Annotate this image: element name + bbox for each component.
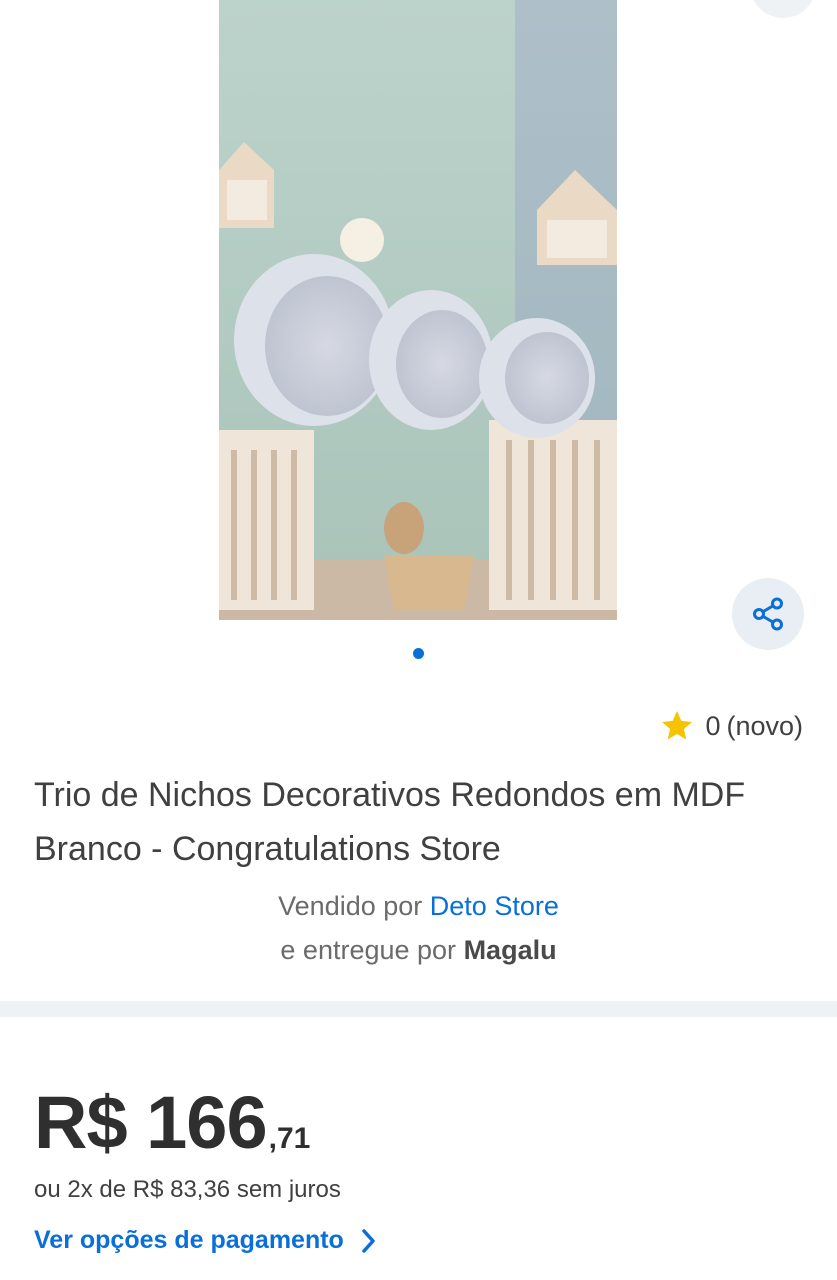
favorite-button-partial[interactable]: [750, 0, 816, 18]
seller-link[interactable]: Deto Store: [430, 891, 559, 921]
rating[interactable]: 0 (novo): [659, 708, 803, 744]
rating-label: (novo): [726, 710, 803, 741]
sold-by-prefix: Vendido por: [278, 891, 423, 921]
share-button[interactable]: [732, 578, 804, 650]
price-main: R$ 166: [34, 1081, 268, 1164]
rating-value: 0: [705, 710, 721, 741]
carousel-dot-active[interactable]: [413, 648, 424, 659]
payment-options-link[interactable]: Ver opções de pagamento: [34, 1226, 378, 1255]
chevron-right-icon: [362, 1228, 375, 1253]
product-image[interactable]: [219, 0, 617, 620]
delivered-by-name: Magalu: [463, 935, 557, 965]
star-icon: [662, 711, 693, 740]
delivered-by-prefix: e entregue por: [280, 935, 457, 965]
price-cents: ,71: [268, 1122, 311, 1155]
section-divider: [0, 1001, 837, 1017]
installments-text: ou 2x de R$ 83,36 sem juros: [34, 1176, 341, 1203]
share-icon: [753, 597, 783, 631]
seller-info: Vendido por Deto Store e entregue por Ma…: [0, 884, 837, 972]
price: R$ 166 ,71: [34, 1080, 310, 1165]
product-title: Trio de Nichos Decorativos Redondos em M…: [34, 776, 746, 868]
payment-options-label: Ver opções de pagamento: [34, 1226, 344, 1254]
product-gallery[interactable]: [0, 0, 837, 680]
